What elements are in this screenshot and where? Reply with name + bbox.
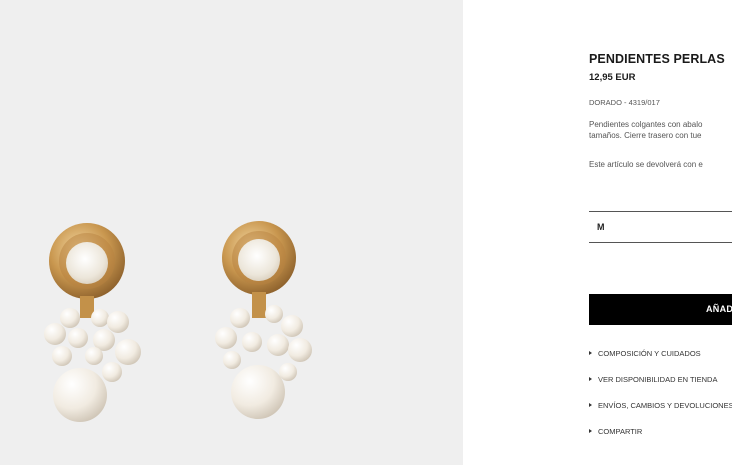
size-selector[interactable]: M <box>589 211 732 243</box>
add-to-cart-label: AÑAD <box>706 304 732 314</box>
product-title: PENDIENTES PERLAS <box>589 52 725 66</box>
size-value: M <box>597 222 605 232</box>
link-share[interactable]: COMPARTIR <box>589 427 642 439</box>
product-photo[interactable] <box>0 0 463 465</box>
description-line: tamaños. Cierre trasero con tue <box>589 130 702 140</box>
link-composition[interactable]: COMPOSICIÓN Y CUIDADOS <box>589 349 701 361</box>
returns-note: Este artículo se devolverá con e <box>589 160 703 169</box>
add-to-cart-button[interactable]: AÑAD <box>589 294 732 325</box>
link-label: ENVÍOS, CAMBIOS Y DEVOLUCIONES <box>598 401 732 410</box>
product-info-panel: PENDIENTES PERLAS 12,95 EUR DORADO - 431… <box>589 0 732 465</box>
arrow-right-icon <box>589 429 592 434</box>
product-description: Pendientes colgantes con abalo tamaños. … <box>589 120 702 141</box>
link-label: COMPOSICIÓN Y CUIDADOS <box>598 349 701 358</box>
left-earring <box>44 223 141 422</box>
description-line: Pendientes colgantes con abalo <box>589 120 703 129</box>
product-color-ref: DORADO - 4319/017 <box>589 98 660 107</box>
arrow-right-icon <box>589 403 592 408</box>
right-earring <box>215 221 312 419</box>
link-store-availability[interactable]: VER DISPONIBILIDAD EN TIENDA <box>589 375 717 387</box>
arrow-right-icon <box>589 377 592 382</box>
arrow-right-icon <box>589 351 592 356</box>
link-label: COMPARTIR <box>598 427 643 436</box>
link-label: VER DISPONIBILIDAD EN TIENDA <box>598 375 718 384</box>
product-price: 12,95 EUR <box>589 72 636 83</box>
earrings-illustration <box>44 221 312 422</box>
link-shipping-returns[interactable]: ENVÍOS, CAMBIOS Y DEVOLUCIONES <box>589 401 732 413</box>
